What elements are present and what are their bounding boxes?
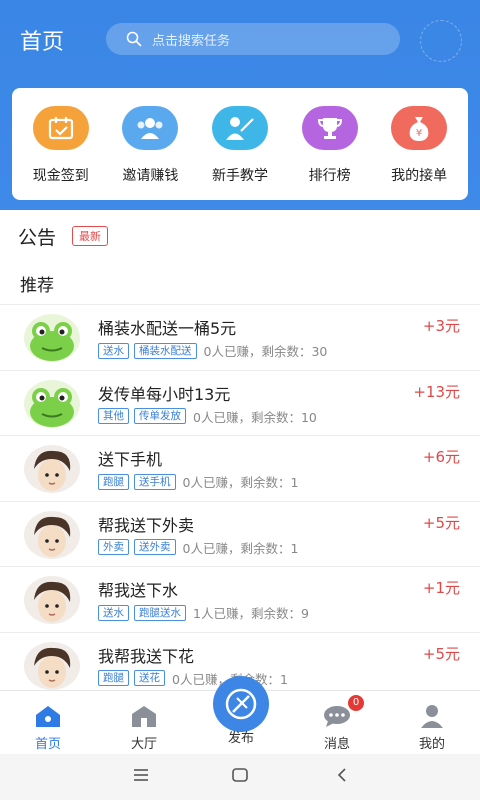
task-row[interactable]: 发传单每小时13元 +13元其他 传单发放 0人已赚，剩余数：10 <box>0 369 480 436</box>
tab-hall[interactable]: 大厅 <box>109 691 179 755</box>
task-meta: 0人已赚，剩余数：30 <box>203 344 328 359</box>
task-tag: 送手机 <box>134 473 176 490</box>
tab-label: 我的 <box>418 737 445 752</box>
system-nav-bar <box>0 754 480 800</box>
task-title: 我帮我送下花 <box>98 646 195 666</box>
quick-tutorial[interactable]: 新手教学 <box>195 106 285 200</box>
quick-label: 我的接单 <box>391 168 448 184</box>
task-tag: 送水 <box>98 342 129 359</box>
avatar <box>24 445 80 493</box>
tab-label: 首页 <box>34 737 61 752</box>
quick-cash-signin[interactable]: 现金签到 <box>16 106 106 200</box>
money-bag-icon: ¥ <box>391 106 448 150</box>
search-placeholder: 点击搜索任务 <box>152 33 231 49</box>
task-meta: 1人已赚，剩余数：9 <box>193 606 309 621</box>
task-list: 桶装水配送一桶5元 +3元 送水 桶装水配送 0人已赚，剩余数：30 发传单每小时13元 +… <box>0 304 480 690</box>
quick-label: 排行榜 <box>308 168 351 184</box>
menu-icon[interactable] <box>132 766 150 784</box>
avatar <box>24 641 80 690</box>
avatar <box>24 576 80 624</box>
calendar-check-icon <box>32 106 89 150</box>
hall-icon <box>130 703 158 729</box>
page-title: 首页 <box>20 30 65 55</box>
task-meta: 0人已赚，剩余数：1 <box>182 540 299 556</box>
quick-label: 现金签到 <box>32 168 89 184</box>
publish-button[interactable] <box>213 676 269 732</box>
publish-icon <box>225 688 257 720</box>
avatar <box>24 314 80 362</box>
quick-actions: 现金签到 邀请赚钱 新手教学 排行榜 ¥ 我的接单 <box>12 88 468 200</box>
quick-my-orders[interactable]: ¥ 我的接单 <box>374 106 464 200</box>
search-bar[interactable]: 点击搜索任务 <box>106 23 400 55</box>
tab-home[interactable]: 首页 <box>13 691 83 755</box>
task-reward: +5元 <box>422 513 460 532</box>
avatar <box>24 510 80 559</box>
task-tags: 其他 传单发放 0人已赚，剩余数：10 <box>98 407 317 426</box>
task-tag: 送水 <box>98 604 129 621</box>
trophy-icon <box>301 106 358 150</box>
message-icon: 0 <box>322 695 364 729</box>
task-reward: +3元 <box>422 317 460 335</box>
task-title: 帮我送下外卖 <box>98 515 195 535</box>
task-tag: 送花 <box>134 670 165 686</box>
task-tags: 跑腿 送手机 0人已赚，剩余数：1 <box>98 472 298 491</box>
notice-bar[interactable]: 公告 最新 <box>0 210 480 262</box>
quick-invite[interactable]: 邀请赚钱 <box>106 106 196 200</box>
tab-label: 消息 <box>323 737 350 752</box>
task-row[interactable]: 桶装水配送一桶5元 +3元送水 桶装水配送 0人已赚，剩余数：30 <box>0 304 480 370</box>
task-reward: +1元 <box>422 579 460 597</box>
main-content: 公告 最新 推荐 桶装水配送一桶5元 +3元 送水 桶装水配送 0人已赚，剩余数：30 发… <box>0 210 480 690</box>
svg-text:¥: ¥ <box>416 128 422 139</box>
tab-mine[interactable]: 我的 <box>397 691 467 755</box>
message-count-badge: 0 <box>348 695 364 711</box>
task-row[interactable]: 帮我送下外卖 +5元外卖 送外卖 0人已赚，剩余数：1 <box>0 500 480 567</box>
notice-title: 公告 <box>18 226 57 249</box>
task-reward: +5元 <box>422 644 460 663</box>
task-tag: 桶装水配送 <box>134 342 197 359</box>
home-square-icon[interactable] <box>231 766 249 784</box>
home-icon <box>33 703 63 729</box>
avatar <box>24 379 80 428</box>
search-icon <box>126 31 142 47</box>
quick-label: 邀请赚钱 <box>122 168 179 184</box>
task-meta: 0人已赚，剩余数：1 <box>182 475 299 490</box>
task-title: 桶装水配送一桶5元 <box>98 319 237 338</box>
task-reward: +13元 <box>413 382 460 401</box>
publish-label: 发布 <box>227 731 254 746</box>
task-tags: 送水 桶装水配送 0人已赚，剩余数：30 <box>98 341 327 360</box>
task-tag: 跑腿 <box>98 473 129 490</box>
task-tag: 跑腿送水 <box>134 604 186 621</box>
quick-ranking[interactable]: 排行榜 <box>285 106 375 200</box>
task-title: 发传单每小时13元 <box>98 384 231 404</box>
tab-label: 大厅 <box>130 737 157 752</box>
task-reward: +6元 <box>422 448 460 466</box>
task-tag: 传单发放 <box>134 408 186 424</box>
user-icon <box>419 703 445 729</box>
task-tags: 外卖 送外卖 0人已赚，剩余数：1 <box>98 538 298 557</box>
back-icon[interactable] <box>333 766 351 784</box>
task-row[interactable]: 送下手机 +6元跑腿 送手机 0人已赚，剩余数：1 <box>0 435 480 501</box>
group-icon <box>122 106 179 150</box>
tab-messages[interactable]: 0 消息 <box>302 691 372 755</box>
section-title: 推荐 <box>20 275 54 296</box>
scan-icon[interactable] <box>420 20 462 62</box>
notice-badge: 最新 <box>72 226 109 246</box>
task-tag: 送外卖 <box>134 539 176 555</box>
task-tag: 跑腿 <box>98 670 129 686</box>
task-meta: 0人已赚，剩余数：10 <box>193 409 317 425</box>
quick-label: 新手教学 <box>211 168 268 184</box>
teacher-icon <box>211 106 268 150</box>
task-row[interactable]: 帮我送下水 +1元送水 跑腿送水 1人已赚，剩余数：9 <box>0 566 480 632</box>
task-tag: 外卖 <box>98 539 129 555</box>
task-title: 帮我送下水 <box>98 581 179 600</box>
task-tag: 其他 <box>98 408 129 424</box>
task-tags: 送水 跑腿送水 1人已赚，剩余数：9 <box>98 603 309 622</box>
task-title: 送下手机 <box>98 450 163 469</box>
